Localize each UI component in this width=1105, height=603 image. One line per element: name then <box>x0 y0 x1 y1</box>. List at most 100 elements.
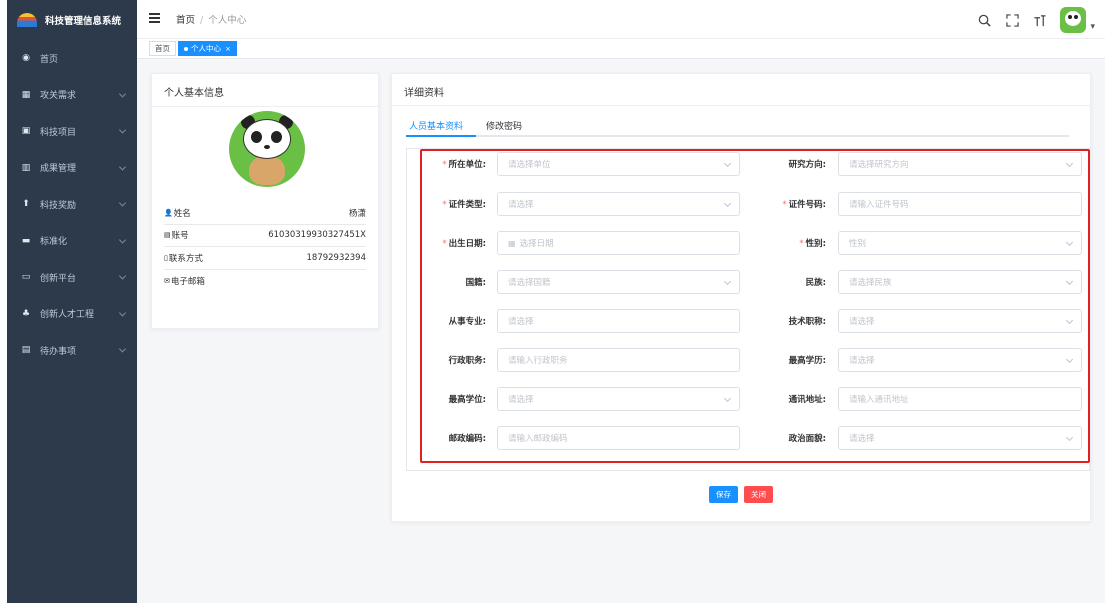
chevron-down-icon <box>1065 355 1074 364</box>
sidebar-item[interactable]: ◉ 首页 <box>7 40 137 77</box>
tag-profile[interactable]: 个人中心 × <box>178 41 237 56</box>
sidebar-item[interactable]: ▬ 标准化 <box>7 223 137 260</box>
chevron-down-icon <box>723 159 732 168</box>
select-field[interactable]: 请选择民族 <box>838 270 1082 294</box>
profile-info-row: ▤ 账号 61030319930327451X <box>164 225 366 247</box>
close-tag-icon[interactable]: × <box>225 45 231 53</box>
profile-card: 个人基本信息 👤 姓名 杨潇 ▤ 账号 61030319930327451X ▯ 联系方式 18… <box>151 73 379 329</box>
fullscreen-icon[interactable] <box>1004 12 1020 28</box>
select-field[interactable]: 请选择 <box>497 387 740 411</box>
sidebar-item[interactable]: ▥ 成果管理 <box>7 150 137 187</box>
required-asterisk: * <box>782 200 787 210</box>
chevron-down-icon <box>118 90 127 98</box>
select-field[interactable]: 性别 <box>838 231 1082 255</box>
field-label: * 所在单位: <box>422 158 486 170</box>
field-label: 邮政编码: <box>422 432 486 444</box>
avatar-dropdown-icon[interactable]: ▾ <box>1090 22 1095 32</box>
profile-info-label-group: ✉ 电子邮箱 <box>164 275 205 287</box>
field-placeholder: 请选择 <box>508 200 534 210</box>
field-placeholder: 请选择研究方向 <box>849 160 909 170</box>
close-button[interactable]: 关闭 <box>744 486 773 503</box>
text-input[interactable]: 请输入证件号码 <box>838 192 1082 216</box>
tag-home[interactable]: 首页 <box>149 41 176 56</box>
sidebar-menu: ◉ 首页 ▦ 攻关需求 ▣ 科技项目 ▥ 成果管理 ⬆ 科技奖励 ▬ 标准化 ▭ 创新平台 ♣ 创新人才工程 ▤… <box>7 40 137 369</box>
sidebar-item-label: 成果管理 <box>40 164 77 175</box>
text-input[interactable]: 请输入行政职务 <box>497 348 740 372</box>
chart-icon: ▥ <box>21 162 31 173</box>
field-label: 最高学历: <box>762 354 826 366</box>
chevron-down-icon <box>118 199 127 207</box>
chevron-down-icon <box>1065 277 1074 286</box>
field-label-text: 邮政编码: <box>448 434 486 444</box>
profile-info-label: 姓名 <box>173 208 191 219</box>
sidebar-item[interactable]: ⬆ 科技奖励 <box>7 186 137 223</box>
field-placeholder: 请输入证件号码 <box>849 200 909 210</box>
chevron-down-icon <box>1065 238 1074 247</box>
chevron-down-icon <box>118 236 127 244</box>
field-placeholder: 请选择民族 <box>849 278 892 288</box>
profile-info-row: ✉ 电子邮箱 <box>164 270 366 293</box>
todo-icon: ▤ <box>21 345 31 356</box>
profile-info-row: ▯ 联系方式 18792932394 <box>164 247 366 270</box>
chevron-down-icon <box>1065 316 1074 325</box>
select-field[interactable]: 请选择 <box>838 426 1082 450</box>
field-placeholder: 请选择 <box>849 356 875 366</box>
select-field[interactable]: 请选择国籍 <box>497 270 740 294</box>
breadcrumb-current: 个人中心 <box>208 15 247 26</box>
text-input[interactable]: 请输入邮政编码 <box>497 426 740 450</box>
monitor-icon: ▭ <box>21 272 31 283</box>
sidebar-item[interactable]: ▦ 攻关需求 <box>7 77 137 114</box>
field-label: 民族: <box>762 276 826 288</box>
field-label-text: 最高学位: <box>448 395 486 405</box>
font-size-icon[interactable] <box>1032 12 1048 28</box>
field-placeholder: 请选择 <box>508 317 534 327</box>
dashboard-icon: ◉ <box>22 53 30 64</box>
sidebar-item[interactable]: ▣ 科技项目 <box>7 113 137 150</box>
field-placeholder: 请选择 <box>508 395 534 405</box>
project-icon: ▣ <box>21 126 31 137</box>
date-picker[interactable]: ▦ 选择日期 <box>497 231 740 255</box>
required-asterisk: * <box>442 200 447 210</box>
select-field[interactable]: 请选择 <box>838 309 1082 333</box>
sidebar-item-label: 首页 <box>40 54 59 65</box>
select-field[interactable]: 请选择研究方向 <box>838 152 1082 176</box>
field-label-text: 政治面貌: <box>788 434 826 444</box>
profile-info-label-group: ▯ 联系方式 <box>164 252 203 264</box>
form-buttons: 保存 关闭 <box>392 486 1090 503</box>
profile-info-label-group: ▤ 账号 <box>164 229 189 241</box>
field-label: 技术职称: <box>762 315 826 327</box>
field-label-text: 出生日期: <box>448 239 486 249</box>
account-icon: ▤ <box>164 231 171 240</box>
sidebar-item[interactable]: ♣ 创新人才工程 <box>7 296 137 333</box>
search-icon[interactable] <box>976 12 992 28</box>
chevron-down-icon <box>1065 159 1074 168</box>
chevron-down-icon <box>1065 433 1074 442</box>
sidebar-item-label: 创新平台 <box>40 273 77 284</box>
sidebar-item-label: 科技奖励 <box>40 200 77 211</box>
tab-basic-info[interactable]: 人员基本资料 <box>409 119 463 132</box>
breadcrumb-home[interactable]: 首页 <box>176 15 195 26</box>
profile-info-value: 61030319930327451X <box>268 230 366 241</box>
tab-change-password[interactable]: 修改密码 <box>486 119 522 132</box>
text-input[interactable]: 请输入通讯地址 <box>838 387 1082 411</box>
sidebar-item-label: 攻关需求 <box>40 91 77 102</box>
sidebar-item[interactable]: ▤ 待办事项 <box>7 332 137 369</box>
hamburger-icon[interactable] <box>149 13 160 23</box>
tag-profile-label: 个人中心 <box>191 44 221 53</box>
select-field[interactable]: 请选择 <box>838 348 1082 372</box>
chevron-down-icon <box>118 163 127 171</box>
save-button[interactable]: 保存 <box>709 486 738 503</box>
field-label-text: 国籍: <box>465 278 486 288</box>
profile-card-title: 个人基本信息 <box>152 74 378 107</box>
user-avatar[interactable] <box>1060 7 1087 33</box>
profile-avatar[interactable] <box>229 111 305 187</box>
sidebar-item[interactable]: ▭ 创新平台 <box>7 259 137 296</box>
select-field[interactable]: 请选择单位 <box>497 152 740 176</box>
field-label: * 性别: <box>762 237 826 249</box>
breadcrumb-separator: / <box>200 15 204 26</box>
field-label-text: 民族: <box>805 278 826 288</box>
text-input[interactable]: 请选择 <box>497 309 740 333</box>
select-field[interactable]: 请选择 <box>497 192 740 216</box>
profile-info-label: 账号 <box>171 231 189 242</box>
sidebar-item-label: 标准化 <box>40 237 68 248</box>
